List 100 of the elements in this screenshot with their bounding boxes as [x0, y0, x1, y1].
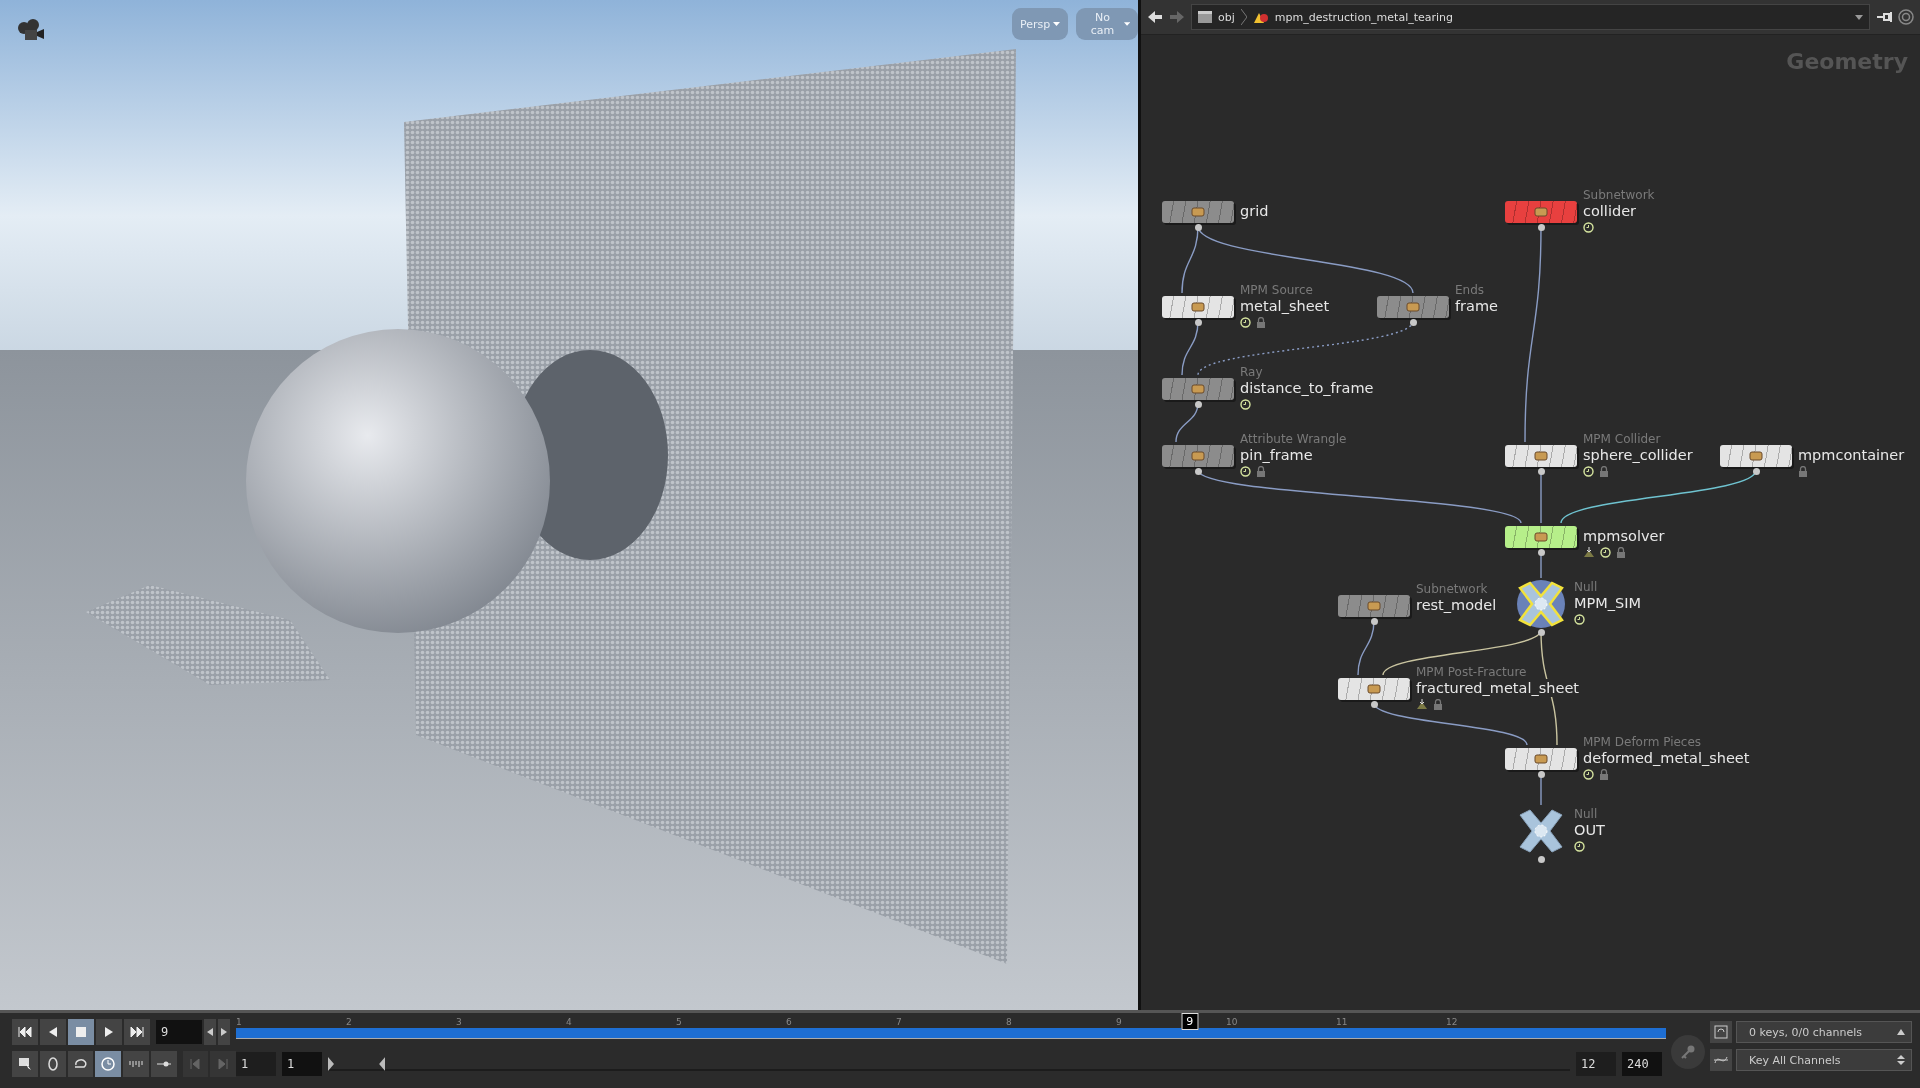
- end-frame-field[interactable]: 12: [1576, 1052, 1616, 1076]
- frame-tick-label: 6: [786, 1017, 792, 1027]
- clock-icon: [101, 1057, 116, 1071]
- play-button[interactable]: [96, 1019, 122, 1045]
- step-back-icon: [207, 1028, 213, 1036]
- step-back-icon: [49, 1027, 57, 1037]
- frame-tick-label: 1: [236, 1017, 242, 1027]
- timeline-track[interactable]: [236, 1028, 1666, 1039]
- node-name: fractured_metal_sheet: [1416, 679, 1579, 697]
- output-port[interactable]: [1194, 468, 1202, 475]
- jump-to-start-button[interactable]: [12, 1019, 38, 1045]
- stop-icon: [76, 1027, 86, 1037]
- node-tile[interactable]: [1162, 378, 1234, 400]
- start-frame-field[interactable]: 1: [282, 1052, 322, 1076]
- output-port[interactable]: [1409, 319, 1417, 326]
- node-symbol-icon: [1534, 753, 1548, 765]
- node-tile[interactable]: [1162, 296, 1234, 318]
- end-frame-field[interactable]: 240: [1622, 1052, 1662, 1076]
- node-name: deformed_metal_sheet: [1583, 749, 1750, 767]
- frame-tick-label: 7: [896, 1017, 902, 1027]
- frame-tick-label: 4: [566, 1017, 572, 1027]
- start-frame-field[interactable]: 1: [236, 1052, 276, 1076]
- node-tile[interactable]: [1505, 201, 1577, 223]
- output-port[interactable]: [1194, 224, 1202, 231]
- output-port[interactable]: [1537, 549, 1545, 556]
- breadcrumb-chevron-icon: [1240, 9, 1247, 25]
- key-button[interactable]: [1671, 1035, 1705, 1069]
- frame-tick-label: 5: [676, 1017, 682, 1027]
- slider-icon: [156, 1060, 171, 1068]
- node-tile[interactable]: [1720, 445, 1792, 467]
- output-port[interactable]: [1537, 629, 1545, 636]
- ruler-icon: [128, 1059, 143, 1069]
- node-symbol-icon: [1191, 301, 1205, 313]
- previous-key-button[interactable]: [182, 1051, 209, 1077]
- output-port[interactable]: [1194, 319, 1202, 326]
- node-tile[interactable]: [1505, 748, 1577, 770]
- output-port[interactable]: [1537, 856, 1545, 863]
- node-type-label: Null: [1574, 580, 1599, 594]
- next-key-icon: [218, 1059, 229, 1069]
- node-name: sphere_collider: [1583, 446, 1693, 464]
- node-type-label: Subnetwork: [1583, 188, 1655, 202]
- node-name: grid: [1240, 202, 1269, 220]
- frame-tick-label: 8: [1006, 1017, 1012, 1027]
- output-port[interactable]: [1537, 468, 1545, 475]
- node-tile[interactable]: [1377, 296, 1449, 318]
- step-back-button[interactable]: [40, 1019, 66, 1045]
- loop-icon: [73, 1057, 88, 1071]
- slider-button[interactable]: [150, 1051, 177, 1077]
- node-symbol-icon: [1534, 531, 1548, 543]
- frame-tick-label: 9: [1116, 1017, 1122, 1027]
- node-symbol-icon: [1749, 450, 1763, 462]
- step-back-key-button[interactable]: [204, 1019, 216, 1045]
- target-icon[interactable]: [1898, 9, 1914, 25]
- keys-dropdown[interactable]: 0 keys, 0/0 channels: [1736, 1021, 1912, 1043]
- node-name: pin_frame: [1240, 446, 1313, 464]
- path-segment[interactable]: obj: [1218, 10, 1235, 24]
- audio-button[interactable]: [39, 1051, 66, 1077]
- frame-tick-label: 3: [456, 1017, 462, 1027]
- node-symbol-icon: [1534, 450, 1548, 462]
- playhead-marker[interactable]: 9: [1181, 1013, 1199, 1030]
- node-symbol-icon: [1191, 450, 1205, 462]
- key-mode-dropdown[interactable]: Key All Channels: [1736, 1049, 1912, 1071]
- output-port[interactable]: [1752, 468, 1760, 475]
- node-name: mpmsolver: [1583, 527, 1665, 545]
- caret-icon: [1123, 22, 1130, 26]
- node-tile[interactable]: [1162, 445, 1234, 467]
- step-forward-icon: [221, 1028, 227, 1036]
- audio-icon: [45, 1057, 60, 1071]
- pin-icon[interactable]: [1876, 10, 1892, 24]
- channel-sync-button[interactable]: [1710, 1021, 1732, 1043]
- previous-key-icon: [190, 1059, 201, 1069]
- loop-button[interactable]: [67, 1051, 94, 1077]
- node-type-label: Null: [1574, 807, 1599, 821]
- output-port[interactable]: [1537, 771, 1545, 778]
- node-tile[interactable]: [1505, 445, 1577, 467]
- refresh-icon: [1714, 1025, 1728, 1039]
- node-tile[interactable]: [1505, 526, 1577, 548]
- scope-button[interactable]: [12, 1051, 38, 1077]
- node-tile[interactable]: [1162, 201, 1234, 223]
- step-forward-key-button[interactable]: [218, 1019, 230, 1045]
- path-segment[interactable]: mpm_destruction_metal_tearing: [1274, 10, 1454, 24]
- back-arrow-icon[interactable]: [1147, 10, 1163, 24]
- path-field[interactable]: obj mpm_destruction_metal_tearing: [1191, 4, 1870, 30]
- output-port[interactable]: [1370, 618, 1378, 625]
- node-tile[interactable]: [1338, 678, 1410, 700]
- node-tile[interactable]: [1338, 595, 1410, 617]
- output-port[interactable]: [1537, 224, 1545, 231]
- node-symbol-icon: [1534, 206, 1548, 218]
- node-type-label: Ends: [1455, 283, 1486, 297]
- null-node[interactable]: [1514, 580, 1568, 628]
- range-slider[interactable]: [328, 1057, 386, 1071]
- node-name: metal_sheet: [1240, 297, 1330, 315]
- jump-to-end-button[interactable]: [124, 1019, 150, 1045]
- curve-button[interactable]: [1710, 1049, 1732, 1071]
- node-symbol-icon: [1367, 600, 1381, 612]
- frame-field[interactable]: 9: [156, 1020, 202, 1044]
- output-port[interactable]: [1194, 401, 1202, 408]
- output-port[interactable]: [1370, 701, 1378, 708]
- dropdown-caret-icon[interactable]: [1855, 14, 1863, 20]
- node-type-label: MPM Post-Fracture: [1416, 665, 1528, 679]
